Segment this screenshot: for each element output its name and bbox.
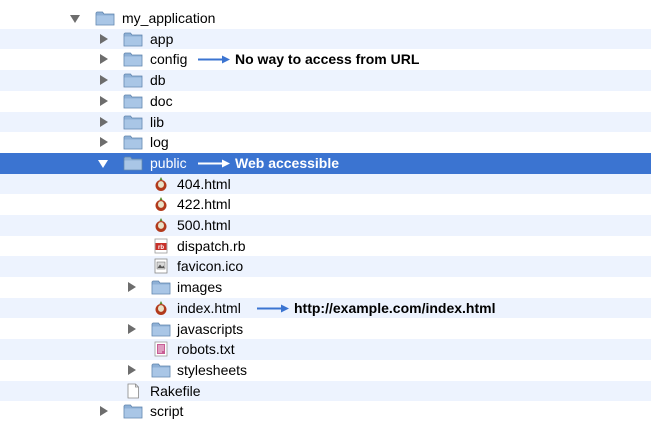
tree-item-label: index.html (177, 299, 241, 316)
tree-item-label: 422.html (177, 196, 231, 213)
arrow-right-icon (198, 55, 230, 64)
tree-item-label: db (150, 72, 166, 89)
folder-icon (95, 10, 115, 26)
folder-icon (123, 93, 143, 109)
folder-icon (123, 51, 143, 67)
tree-item-label: Rakefile (150, 382, 201, 399)
disclosure-triangle-collapsed[interactable] (100, 75, 108, 86)
tree-item-label: public (150, 154, 187, 171)
disclosure-triangle-collapsed[interactable] (100, 54, 108, 65)
tree-item-label: 404.html (177, 175, 231, 192)
tree-row-doc[interactable]: doc (0, 91, 651, 112)
tree-item-label: 500.html (177, 217, 231, 233)
folder-icon (123, 72, 143, 88)
folder-icon (123, 134, 143, 150)
disclosure-triangle-collapsed[interactable] (128, 364, 136, 375)
folder-icon (123, 155, 143, 171)
html-file-icon (151, 300, 171, 316)
folder-icon (151, 321, 171, 337)
tree-item-label: favicon.ico (177, 258, 244, 275)
disclosure-triangle-collapsed[interactable] (100, 116, 108, 127)
tree-row-dispatch-rb[interactable]: dispatch.rb (0, 236, 651, 257)
tree-row-images[interactable]: images (0, 277, 651, 298)
document-icon (123, 383, 143, 399)
tree-row-config[interactable]: config No way to access from URL (0, 49, 651, 70)
tree-row-script[interactable]: script (0, 401, 651, 422)
html-file-icon (151, 217, 171, 233)
tree-row-app[interactable]: app (0, 28, 651, 50)
tree-row-favicon-ico[interactable]: favicon.ico (0, 256, 651, 278)
arrow-right-icon (198, 159, 230, 168)
tree-row-db[interactable]: db (0, 70, 651, 91)
tree-row-robots-txt[interactable]: robots.txt (0, 339, 651, 360)
disclosure-triangle-collapsed[interactable] (128, 323, 136, 334)
disclosure-triangle-collapsed[interactable] (128, 282, 136, 293)
folder-icon (151, 362, 171, 378)
disclosure-triangle-expanded[interactable] (98, 159, 108, 168)
tree-row-rakefile[interactable]: Rakefile (0, 380, 651, 402)
tree-row-404-html[interactable]: 404.html (0, 173, 651, 195)
tree-item-label: robots.txt (177, 341, 235, 358)
html-file-icon (151, 196, 171, 212)
disclosure-triangle-collapsed[interactable] (100, 33, 108, 44)
ruby-file-icon (151, 238, 171, 254)
disclosure-triangle-expanded[interactable] (70, 15, 80, 23)
tree-item-label: app (150, 30, 174, 47)
tree-row-my-application[interactable]: my_application (0, 8, 651, 29)
tree-item-label: script (150, 403, 184, 420)
tree-item-label: config (150, 51, 188, 68)
tree-item-label: my_application (122, 10, 216, 26)
disclosure-triangle-collapsed[interactable] (100, 137, 108, 148)
text-file-icon (151, 341, 171, 357)
html-file-icon (151, 176, 171, 192)
disclosure-triangle-collapsed[interactable] (100, 406, 108, 417)
tree-row-public[interactable]: public Web accessible (0, 152, 651, 174)
annotation-text: http://example.com/index.html (294, 299, 496, 316)
folder-icon (151, 279, 171, 295)
tree-item-label: doc (150, 92, 173, 109)
folder-icon (123, 31, 143, 47)
folder-icon (123, 114, 143, 130)
tree-item-label: log (150, 134, 169, 151)
disclosure-triangle-collapsed[interactable] (100, 95, 108, 106)
annotation-text: No way to access from URL (235, 51, 420, 68)
arrow-right-icon (257, 304, 289, 313)
tree-item-label: images (177, 279, 223, 296)
tree-row-stylesheets[interactable]: stylesheets (0, 360, 651, 381)
tree-row-index-html[interactable]: index.html http://example.com/index.html (0, 297, 651, 319)
tree-row-javascripts[interactable]: javascripts (0, 319, 651, 340)
tree-item-label: javascripts (177, 320, 244, 337)
tree-row-log[interactable]: log (0, 132, 651, 153)
tree-row-422-html[interactable]: 422.html (0, 194, 651, 215)
tree-item-label: dispatch.rb (177, 237, 246, 254)
tree-item-label: stylesheets (177, 361, 248, 378)
tree-row-lib[interactable]: lib (0, 111, 651, 133)
tree-row-500-html[interactable]: 500.html (0, 215, 651, 236)
image-file-icon (151, 258, 171, 274)
tree-item-label: lib (150, 113, 165, 130)
annotation-text: Web accessible (235, 154, 340, 171)
folder-icon (123, 403, 143, 419)
